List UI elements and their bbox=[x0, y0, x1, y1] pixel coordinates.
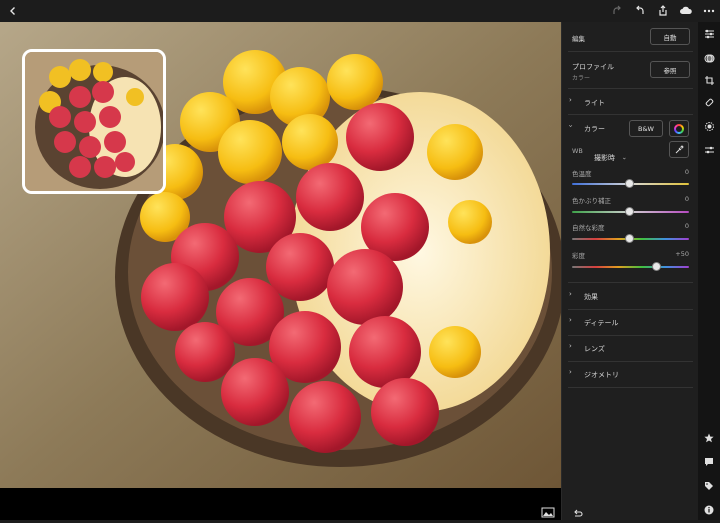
slider-label: 色かぶり補正 bbox=[572, 197, 611, 205]
divider bbox=[568, 361, 693, 362]
chevron-right-icon: › bbox=[569, 96, 572, 104]
section-lens-label: レンズ bbox=[584, 345, 605, 353]
divider bbox=[568, 114, 693, 115]
chevron-down-icon: › bbox=[620, 157, 628, 160]
wb-dropdown[interactable]: 撮影時 › bbox=[594, 145, 628, 164]
divider bbox=[568, 282, 693, 283]
reset-icon bbox=[574, 509, 583, 517]
edit-sliders-icon[interactable] bbox=[701, 26, 717, 42]
divider bbox=[568, 387, 693, 388]
eyedropper-icon bbox=[675, 145, 684, 154]
healing-brush-icon[interactable] bbox=[701, 94, 717, 110]
wb-value: 撮影時 bbox=[594, 154, 615, 162]
divider bbox=[568, 88, 693, 89]
undo-icon[interactable] bbox=[631, 2, 649, 20]
section-color-label: カラー bbox=[584, 125, 605, 133]
profile-title: プロファイル bbox=[572, 63, 614, 71]
bottom-bar bbox=[0, 488, 561, 520]
share-icon[interactable] bbox=[654, 2, 672, 20]
slider-value: 0 bbox=[684, 195, 689, 203]
slider-value: +50 bbox=[675, 250, 689, 258]
bw-button[interactable]: B&W bbox=[629, 120, 663, 137]
profile-browse-button[interactable]: 参照 bbox=[650, 61, 690, 78]
slider-label: 彩度 bbox=[572, 252, 585, 260]
before-after-icon[interactable] bbox=[541, 503, 555, 518]
profile-value: カラー bbox=[572, 75, 591, 82]
chevron-right-icon: › bbox=[569, 290, 572, 298]
back-icon[interactable] bbox=[4, 2, 22, 20]
slider-thumb[interactable] bbox=[625, 234, 634, 243]
auto-button[interactable]: 自動 bbox=[650, 28, 690, 45]
slider-value: 0 bbox=[684, 168, 689, 176]
slider-label: 色温度 bbox=[572, 170, 592, 178]
section-light-label: ライト bbox=[584, 99, 605, 107]
section-detail-label: ディテール bbox=[584, 319, 619, 327]
crop-icon[interactable] bbox=[701, 72, 717, 88]
slider-thumb[interactable] bbox=[625, 207, 634, 216]
masking-icon[interactable] bbox=[701, 118, 717, 134]
slider-label: 自然な彩度 bbox=[572, 224, 605, 232]
divider bbox=[568, 51, 693, 52]
reset-button[interactable] bbox=[572, 504, 583, 523]
chevron-right-icon: › bbox=[569, 342, 572, 350]
divider bbox=[568, 309, 693, 310]
divider bbox=[568, 335, 693, 336]
adjust-icon[interactable] bbox=[701, 142, 717, 158]
thumbnail-image bbox=[25, 52, 163, 191]
edit-title: 編集 bbox=[572, 35, 585, 43]
star-rating-icon[interactable] bbox=[701, 430, 717, 446]
comment-icon[interactable] bbox=[701, 454, 717, 470]
color-mix-button[interactable] bbox=[669, 120, 689, 137]
color-wheel-icon bbox=[674, 123, 684, 134]
original-preview-thumbnail[interactable] bbox=[22, 49, 166, 194]
slider-track[interactable] bbox=[572, 266, 689, 268]
slider-value: 0 bbox=[684, 222, 689, 230]
chevron-right-icon: › bbox=[569, 368, 572, 376]
edit-panel: 編集 自動 プロファイル カラー 参照 › ライト › カラー B&W WB 撮… bbox=[561, 22, 698, 520]
wb-picker-button[interactable] bbox=[669, 141, 689, 158]
slider-thumb[interactable] bbox=[652, 262, 661, 271]
top-bar bbox=[0, 0, 720, 22]
chevron-down-icon: › bbox=[566, 124, 575, 128]
section-geometry-label: ジオメトリ bbox=[584, 371, 619, 379]
tag-icon[interactable] bbox=[701, 478, 717, 494]
tool-rail bbox=[698, 22, 720, 520]
cloud-sync-icon[interactable] bbox=[677, 2, 695, 20]
wb-label: WB bbox=[572, 147, 583, 155]
redo-icon[interactable] bbox=[608, 2, 626, 20]
slider-thumb[interactable] bbox=[625, 179, 634, 188]
chevron-right-icon: › bbox=[569, 316, 572, 324]
info-icon[interactable] bbox=[701, 502, 717, 518]
more-icon[interactable] bbox=[700, 2, 718, 20]
section-effects-label: 効果 bbox=[584, 293, 598, 301]
presets-icon[interactable] bbox=[701, 50, 717, 66]
